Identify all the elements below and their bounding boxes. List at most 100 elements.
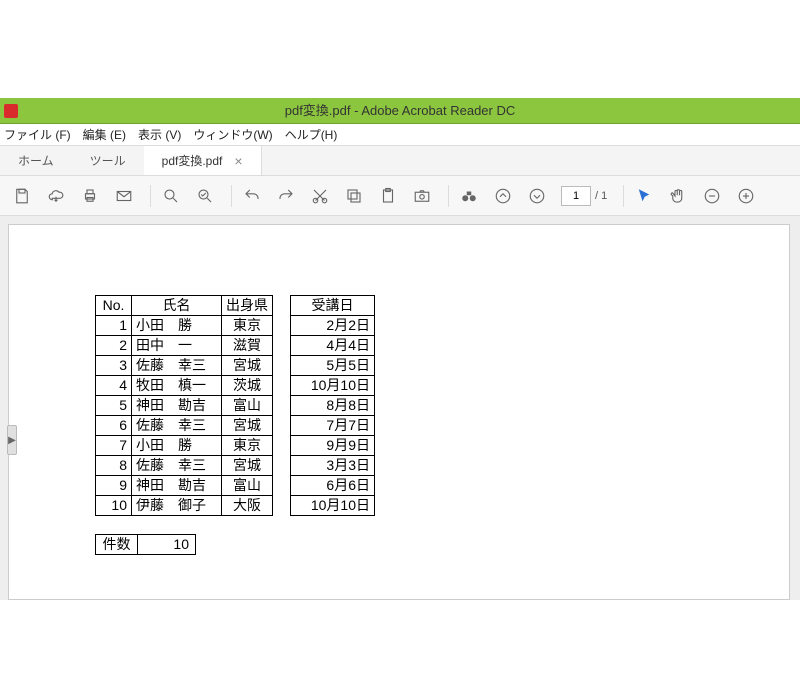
cell-pref: 宮城 <box>222 456 273 476</box>
cell-date: 6月6日 <box>291 476 375 496</box>
count-label: 件数 <box>96 535 138 555</box>
cell-no: 4 <box>96 376 132 396</box>
cell-date: 8月8日 <box>291 396 375 416</box>
table-row: 9神田 勘吉富山 6月6日 <box>96 476 375 496</box>
cell-name: 田中 一 <box>132 336 222 356</box>
cell-name: 小田 勝 <box>132 316 222 336</box>
cell-no: 10 <box>96 496 132 516</box>
toolbar: / 1 <box>0 176 800 216</box>
cell-no: 8 <box>96 456 132 476</box>
cell-date: 5月5日 <box>291 356 375 376</box>
cell-name: 牧田 槙一 <box>132 376 222 396</box>
pointer-icon[interactable] <box>630 182 658 210</box>
table-row: 3佐藤 幸三宮城 5月5日 <box>96 356 375 376</box>
binoculars-icon[interactable] <box>455 182 483 210</box>
table-header-row: No. 氏名 出身県 受講日 <box>96 296 375 316</box>
header-date: 受講日 <box>291 296 375 316</box>
menu-help[interactable]: ヘルプ(H) <box>285 126 338 143</box>
table-row: 8佐藤 幸三宮城 3月3日 <box>96 456 375 476</box>
tab-close-icon[interactable]: × <box>234 153 242 169</box>
cell-date: 10月10日 <box>291 376 375 396</box>
zoom-check-icon[interactable] <box>191 182 219 210</box>
tab-tools[interactable]: ツール <box>72 146 144 175</box>
tab-document[interactable]: pdf変換.pdf × <box>144 146 262 175</box>
zoom-in-icon[interactable] <box>732 182 760 210</box>
cell-date: 4月4日 <box>291 336 375 356</box>
count-table: 件数 10 <box>95 534 196 555</box>
print-icon[interactable] <box>76 182 104 210</box>
clipboard-icon[interactable] <box>374 182 402 210</box>
cell-date: 7月7日 <box>291 416 375 436</box>
cell-pref: 宮城 <box>222 416 273 436</box>
document-area[interactable]: ▶ No. 氏名 出身県 受講日 1小田 勝東京2月2日2田中 一滋賀4月4日3… <box>0 216 800 600</box>
count-value: 10 <box>138 535 196 555</box>
cell-pref: 滋賀 <box>222 336 273 356</box>
cell-pref: 大阪 <box>222 496 273 516</box>
toolbar-separator <box>448 185 449 207</box>
cell-no: 2 <box>96 336 132 356</box>
table-row: 1小田 勝東京 2月2日 <box>96 316 375 336</box>
redo-icon[interactable] <box>272 182 300 210</box>
menu-file[interactable]: ファイル (F) <box>4 126 71 143</box>
cell-date: 9月9日 <box>291 436 375 456</box>
copy-icon[interactable] <box>340 182 368 210</box>
header-name: 氏名 <box>132 296 222 316</box>
cell-pref: 東京 <box>222 436 273 456</box>
cell-name: 佐藤 幸三 <box>132 456 222 476</box>
cell-no: 3 <box>96 356 132 376</box>
menu-window[interactable]: ウィンドウ(W) <box>193 126 272 143</box>
cell-no: 7 <box>96 436 132 456</box>
table-row: 4牧田 槙一茨城10月10日 <box>96 376 375 396</box>
cell-date: 2月2日 <box>291 316 375 336</box>
table-row: 7小田 勝東京 9月9日 <box>96 436 375 456</box>
table-row: 5神田 勘吉富山 8月8日 <box>96 396 375 416</box>
cell-name: 神田 勘吉 <box>132 396 222 416</box>
cloud-icon[interactable] <box>42 182 70 210</box>
header-pref: 出身県 <box>222 296 273 316</box>
toolbar-separator <box>150 185 151 207</box>
cell-name: 小田 勝 <box>132 436 222 456</box>
cell-pref: 富山 <box>222 476 273 496</box>
save-icon[interactable] <box>8 182 36 210</box>
hand-icon[interactable] <box>664 182 692 210</box>
table-row: 10伊藤 御子大阪 10月10日 <box>96 496 375 516</box>
cell-name: 佐藤 幸三 <box>132 416 222 436</box>
page-number-input[interactable] <box>561 186 591 206</box>
header-no: No. <box>96 296 132 316</box>
cell-name: 神田 勘吉 <box>132 476 222 496</box>
camera-icon[interactable] <box>408 182 436 210</box>
window-title: pdf変換.pdf - Adobe Acrobat Reader DC <box>0 98 800 124</box>
cell-no: 9 <box>96 476 132 496</box>
cell-no: 1 <box>96 316 132 336</box>
tab-document-label: pdf変換.pdf <box>162 152 223 169</box>
cell-name: 佐藤 幸三 <box>132 356 222 376</box>
menu-edit[interactable]: 編集 (E) <box>83 126 126 143</box>
pdf-content: No. 氏名 出身県 受講日 1小田 勝東京2月2日2田中 一滋賀4月4日3佐藤… <box>95 295 375 555</box>
menu-bar: ファイル (F) 編集 (E) 表示 (V) ウィンドウ(W) ヘルプ(H) <box>0 124 800 146</box>
tab-bar: ホーム ツール pdf変換.pdf × <box>0 146 800 176</box>
cell-pref: 宮城 <box>222 356 273 376</box>
cell-pref: 富山 <box>222 396 273 416</box>
mail-icon[interactable] <box>110 182 138 210</box>
tab-home[interactable]: ホーム <box>0 146 72 175</box>
page-up-icon[interactable] <box>489 182 517 210</box>
toolbar-separator <box>623 185 624 207</box>
side-panel-toggle[interactable]: ▶ <box>7 425 17 455</box>
cell-pref: 東京 <box>222 316 273 336</box>
cell-date: 10月10日 <box>291 496 375 516</box>
cell-no: 5 <box>96 396 132 416</box>
table-row: 2田中 一滋賀 4月4日 <box>96 336 375 356</box>
cut-icon[interactable] <box>306 182 334 210</box>
cell-date: 3月3日 <box>291 456 375 476</box>
page-canvas: ▶ No. 氏名 出身県 受講日 1小田 勝東京2月2日2田中 一滋賀4月4日3… <box>8 224 790 600</box>
zoom-out-icon[interactable] <box>698 182 726 210</box>
table-row: 6佐藤 幸三宮城 7月7日 <box>96 416 375 436</box>
cell-no: 6 <box>96 416 132 436</box>
window-titlebar: pdf変換.pdf - Adobe Acrobat Reader DC <box>0 98 800 124</box>
page-down-icon[interactable] <box>523 182 551 210</box>
search-icon[interactable] <box>157 182 185 210</box>
menu-view[interactable]: 表示 (V) <box>138 126 181 143</box>
data-table: No. 氏名 出身県 受講日 1小田 勝東京2月2日2田中 一滋賀4月4日3佐藤… <box>95 295 375 516</box>
undo-icon[interactable] <box>238 182 266 210</box>
cell-name: 伊藤 御子 <box>132 496 222 516</box>
